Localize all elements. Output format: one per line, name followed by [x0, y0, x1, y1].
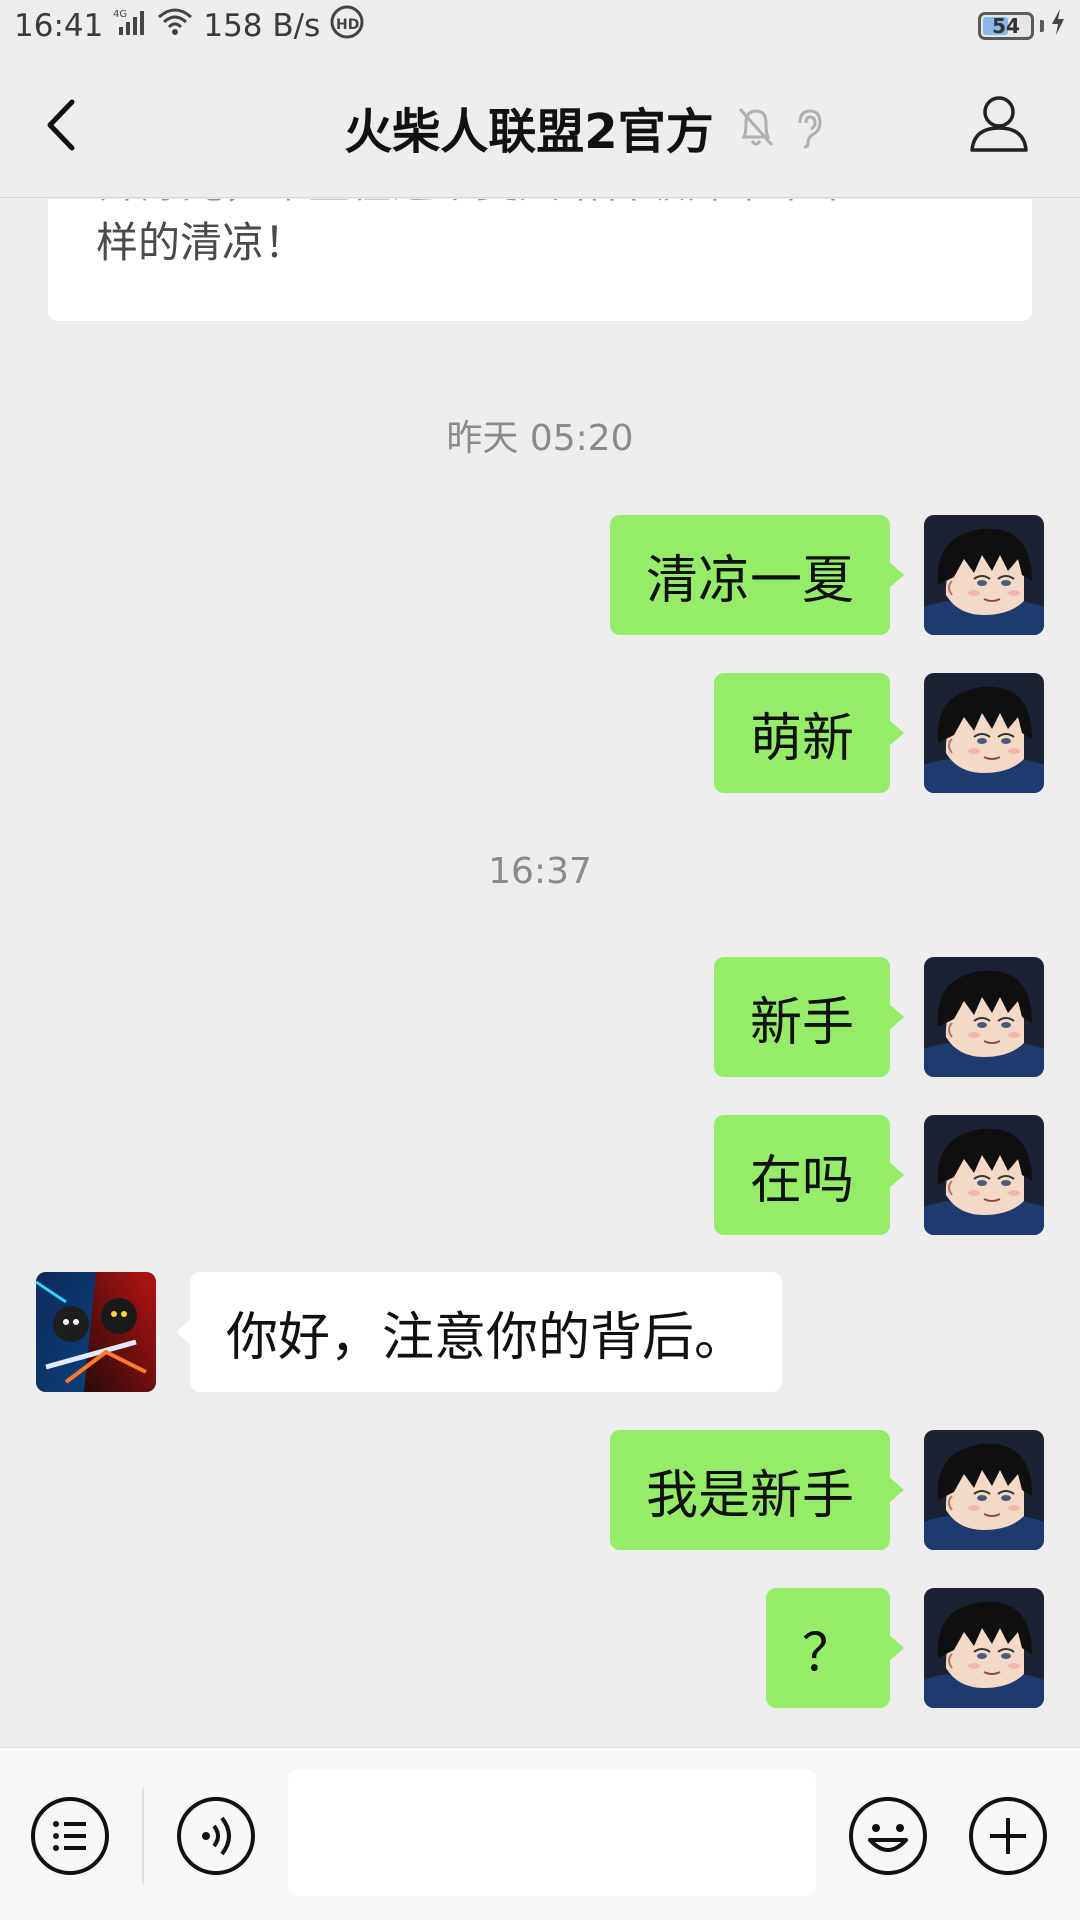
user-avatar-image [924, 515, 1044, 635]
user-avatar-image [924, 957, 1044, 1077]
timestamp: 16:37 [488, 851, 592, 892]
avatar[interactable] [924, 1115, 1044, 1235]
person-icon [970, 96, 1028, 152]
game-logo-icon [36, 1272, 156, 1392]
message-input[interactable] [288, 1770, 816, 1896]
hd-icon: HD [330, 5, 364, 47]
input-bar [0, 1747, 1080, 1920]
emoji-icon [849, 1797, 927, 1875]
avatar[interactable] [924, 515, 1044, 635]
timestamp: 昨天 05:20 [446, 418, 634, 459]
message-row: 在吗 [0, 1115, 1080, 1237]
emoji-button[interactable] [848, 1796, 928, 1876]
status-bar: 16:41 4G 158 B/s HD 54 [0, 0, 1080, 52]
add-button[interactable] [968, 1796, 1048, 1876]
chat-header: 火柴人联盟2官方 [0, 52, 1080, 198]
network-type-label: 4G [113, 9, 127, 20]
message-bubble-received[interactable]: 你好，注意你的背后。 [175, 1272, 783, 1392]
profile-button[interactable] [968, 92, 1030, 154]
user-avatar-image [924, 1430, 1044, 1550]
message-bubble-sent[interactable]: 清凉一夏 [609, 515, 905, 635]
message-row: 我是新手 [0, 1430, 1080, 1552]
network-speed: 158 B/s [203, 8, 321, 44]
avatar[interactable] [924, 673, 1044, 793]
voice-icon [177, 1797, 255, 1875]
message-bubble-sent[interactable]: 我是新手 [609, 1430, 905, 1550]
user-avatar-image [924, 673, 1044, 793]
message-row: ？ [0, 1588, 1080, 1710]
battery-icon: 54 [978, 12, 1034, 40]
message-bubble-sent[interactable]: ？ [765, 1588, 905, 1708]
avatar[interactable] [924, 957, 1044, 1077]
message-row: 新手 [0, 957, 1080, 1079]
hd-label: HD [336, 17, 359, 33]
bell-off-icon [738, 108, 773, 146]
avatar[interactable] [924, 1588, 1044, 1708]
battery-level: 54 [992, 14, 1020, 38]
message-row: 你好，注意你的背后。 [0, 1272, 1080, 1394]
message-bubble-sent[interactable]: 萌新 [713, 673, 905, 793]
message-list[interactable]: 开除光，希望在这个夏天给各级开带来不 样的清凉！ 昨天 05:20 清凉一夏 萌… [0, 199, 1080, 1747]
article-text-line-2: 样的清凉！ [96, 218, 307, 267]
user-avatar-image [924, 1588, 1044, 1708]
message-row: 清凉一夏 [0, 515, 1080, 637]
status-time: 16:41 [14, 8, 104, 44]
list-icon [31, 1797, 109, 1875]
battery-tip [1040, 20, 1044, 32]
article-card[interactable]: 开除光，希望在这个夏天给各级开带来不 样的清凉！ [48, 199, 1032, 321]
menu-button[interactable] [30, 1796, 110, 1876]
message-row: 萌新 [0, 673, 1080, 795]
charging-icon [1050, 7, 1066, 45]
chat-title: 火柴人联盟2官方 [344, 104, 714, 160]
message-bubble-sent[interactable]: 在吗 [713, 1115, 905, 1235]
signal-icon: 4G [113, 7, 147, 45]
message-bubble-sent[interactable]: 新手 [713, 957, 905, 1077]
voice-button[interactable] [176, 1796, 256, 1876]
wifi-icon [157, 7, 193, 45]
ear-icon [798, 109, 822, 149]
plus-icon [969, 1797, 1047, 1875]
divider [142, 1788, 144, 1884]
user-avatar-image [924, 1115, 1044, 1235]
article-text-line-1: 开除光，希望在这个夏天给各级开带来不 [98, 199, 854, 207]
avatar[interactable] [924, 1430, 1044, 1550]
official-account-avatar[interactable] [36, 1272, 156, 1392]
